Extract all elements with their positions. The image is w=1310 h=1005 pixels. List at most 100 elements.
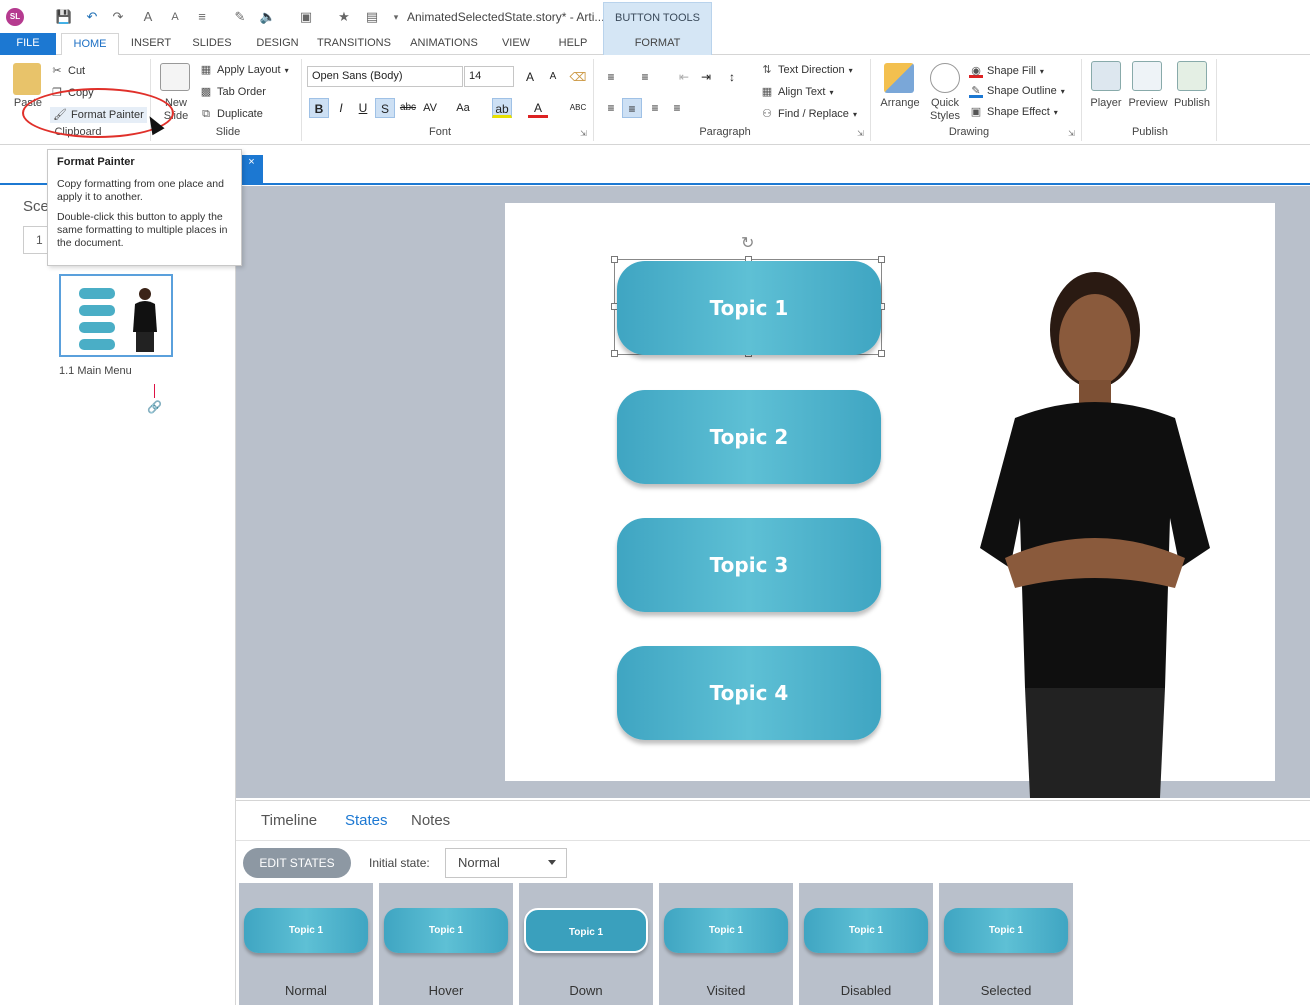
tab-order-label: Tab Order — [217, 86, 266, 98]
shrink-font-icon[interactable]: A — [165, 7, 185, 27]
italic-icon[interactable]: I — [331, 98, 351, 118]
quick-styles-icon[interactable] — [930, 63, 960, 93]
increase-indent-icon[interactable]: ⇥ — [696, 67, 716, 87]
qat-dropdown-icon[interactable]: ▾ — [386, 7, 406, 27]
align-icon[interactable]: ≡ — [192, 7, 212, 27]
close-tab-icon[interactable]: × — [240, 155, 263, 183]
link-icon[interactable]: 🔗 — [147, 400, 162, 414]
duplicate-button[interactable]: ⧉ Duplicate — [199, 107, 263, 121]
paragraph-dialog-launcher-icon[interactable]: ⇲ — [857, 129, 864, 138]
shape-outline-button[interactable]: ✎ Shape Outline ▾ — [969, 84, 1065, 98]
tab-animations[interactable]: ANIMATIONS — [404, 33, 484, 55]
tab-insert[interactable]: INSERT — [124, 33, 178, 55]
state-label: Selected — [980, 983, 1032, 998]
font-color-icon[interactable]: A — [528, 98, 548, 118]
tab-view[interactable]: VIEW — [496, 33, 536, 55]
tab-order-button[interactable]: ▩ Tab Order — [199, 85, 266, 99]
resize-handle[interactable] — [878, 350, 885, 357]
resize-handle[interactable] — [611, 350, 618, 357]
topic-4-button[interactable]: Topic 4 — [617, 646, 881, 740]
justify-icon[interactable]: ≡ — [667, 98, 687, 118]
screen-icon[interactable]: ▤ — [362, 7, 382, 27]
shrink-font-icon[interactable]: A — [543, 67, 563, 87]
scene-number[interactable]: 1 — [23, 226, 49, 254]
player-label[interactable]: Player — [1087, 97, 1125, 110]
rotate-handle-icon[interactable]: ↻ — [741, 233, 754, 253]
font-family-select[interactable]: Open Sans (Body) — [307, 66, 463, 87]
grow-font-icon[interactable]: A — [138, 7, 158, 27]
tab-home[interactable]: HOME — [61, 33, 119, 56]
grow-font-icon[interactable]: A — [520, 67, 540, 87]
tab-help[interactable]: HELP — [553, 33, 593, 55]
state-hover[interactable]: Topic 1 Hover — [379, 883, 513, 1005]
topic-2-button[interactable]: Topic 2 — [617, 390, 881, 484]
line-spacing-icon[interactable]: ↕ — [722, 67, 742, 87]
new-slide-icon[interactable] — [160, 63, 190, 91]
resize-handle[interactable] — [611, 256, 618, 263]
publish-icon[interactable] — [1177, 61, 1207, 91]
char-spacing-icon[interactable]: AV — [420, 98, 440, 118]
align-center-icon[interactable]: ≡ — [622, 98, 642, 118]
text-direction-button[interactable]: ⇅ Text Direction ▾ — [760, 63, 852, 77]
tab-file[interactable]: FILE — [0, 33, 56, 55]
quick-styles-label[interactable]: Quick Styles — [924, 97, 966, 123]
bold-icon[interactable]: B — [309, 98, 329, 118]
state-selected[interactable]: Topic 1 Selected — [939, 883, 1073, 1005]
decrease-indent-icon[interactable]: ⇤ — [674, 67, 694, 87]
underline-icon[interactable]: U — [353, 98, 373, 118]
topic-3-button[interactable]: Topic 3 — [617, 518, 881, 612]
tab-slides[interactable]: SLIDES — [186, 33, 238, 55]
brush-icon[interactable]: ✎ — [230, 7, 250, 27]
shadow-icon[interactable]: S — [375, 98, 395, 118]
save-icon[interactable]: 💾 — [54, 7, 74, 27]
star-icon[interactable]: ★ — [334, 7, 354, 27]
slide-thumbnail[interactable] — [59, 274, 173, 357]
strikethrough-icon[interactable]: abc — [398, 98, 418, 118]
preview-icon[interactable] — [1132, 61, 1162, 91]
numbering-icon[interactable]: ≡ — [635, 67, 655, 87]
paste-icon[interactable] — [13, 63, 41, 95]
font-dialog-launcher-icon[interactable]: ⇲ — [580, 129, 587, 138]
tab-design[interactable]: DESIGN — [250, 33, 305, 55]
edit-states-button[interactable]: EDIT STATES — [243, 848, 351, 878]
shape-effect-button[interactable]: ▣ Shape Effect ▾ — [969, 105, 1058, 119]
tab-timeline[interactable]: Timeline — [261, 812, 317, 829]
align-left-icon[interactable]: ≡ — [601, 98, 621, 118]
resize-handle[interactable] — [878, 256, 885, 263]
player-icon[interactable] — [1091, 61, 1121, 91]
character-image[interactable] — [975, 268, 1215, 798]
paint-bucket-icon: ◉ — [969, 64, 983, 78]
state-down[interactable]: Topic 1 Down — [519, 883, 653, 1005]
cut-button[interactable]: ✂ Cut — [50, 64, 85, 78]
clear-format-icon[interactable]: ⌫ — [568, 67, 588, 87]
bullets-icon[interactable]: ≡ — [601, 67, 621, 87]
redo-icon[interactable]: ↷ — [108, 7, 128, 27]
arrange-label[interactable]: Arrange — [877, 97, 923, 110]
shape-fill-button[interactable]: ◉ Shape Fill ▾ — [969, 64, 1044, 78]
highlight-icon[interactable]: ab — [492, 98, 512, 118]
tab-transitions[interactable]: TRANSITIONS — [314, 33, 394, 55]
find-replace-label: Find / Replace — [778, 108, 849, 120]
find-replace-button[interactable]: ⚇ Find / Replace ▾ — [760, 107, 857, 121]
font-size-select[interactable]: 14 — [464, 66, 514, 87]
spell-check-icon[interactable]: ABC — [568, 98, 588, 118]
initial-state-select[interactable]: Normal — [445, 848, 567, 878]
tab-notes[interactable]: Notes — [411, 812, 450, 829]
preview-label[interactable]: Preview — [1126, 97, 1170, 110]
audio-icon[interactable]: 🔈 — [258, 7, 278, 27]
drawing-dialog-launcher-icon[interactable]: ⇲ — [1068, 129, 1075, 138]
apply-layout-button[interactable]: ▦ Apply Layout ▾ — [199, 63, 289, 77]
tab-format[interactable]: FORMAT — [603, 33, 712, 55]
align-right-icon[interactable]: ≡ — [645, 98, 665, 118]
arrange-icon[interactable] — [884, 63, 914, 93]
change-case-icon[interactable]: Aa — [453, 98, 473, 118]
state-visited[interactable]: Topic 1 Visited — [659, 883, 793, 1005]
picture-icon[interactable]: ▣ — [296, 7, 316, 27]
align-text-button[interactable]: ▦ Align Text ▾ — [760, 85, 834, 99]
publish-label[interactable]: Publish — [1171, 97, 1213, 110]
state-disabled[interactable]: Topic 1 Disabled — [799, 883, 933, 1005]
undo-icon[interactable]: ↶ — [82, 7, 102, 27]
tab-states[interactable]: States — [345, 812, 388, 829]
topic-1-button[interactable]: Topic 1 — [617, 261, 881, 355]
state-normal[interactable]: Topic 1 Normal — [239, 883, 373, 1005]
